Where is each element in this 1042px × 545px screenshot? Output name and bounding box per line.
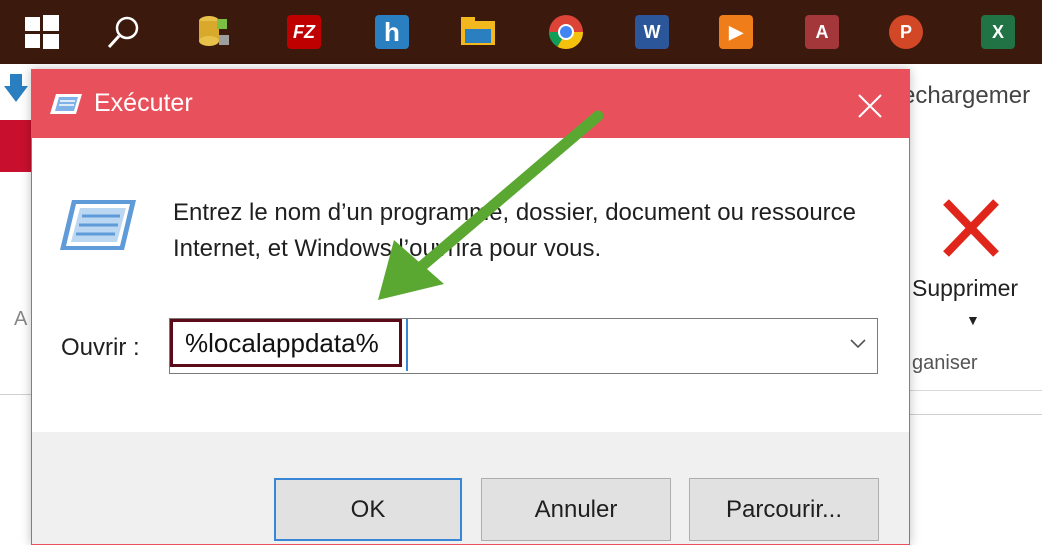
open-input[interactable]: %localappdata%	[170, 319, 402, 367]
delete-x-icon[interactable]	[938, 196, 1002, 260]
download-arrow-icon	[4, 74, 28, 102]
excel-icon: X	[981, 15, 1015, 49]
close-icon	[858, 94, 882, 118]
input-focus-indicator	[406, 319, 408, 371]
browse-button[interactable]: Parcourir...	[689, 478, 879, 541]
search-icon	[107, 16, 139, 49]
divider	[0, 394, 31, 395]
media-player-button[interactable]: ▶	[710, 6, 762, 58]
background-window-title: echargemer	[902, 82, 1031, 109]
powerpoint-button[interactable]: P	[880, 6, 932, 58]
word-button[interactable]: W	[626, 6, 678, 58]
ribbon-accent-strip	[0, 120, 31, 172]
powerpoint-icon: P	[889, 15, 923, 49]
divider	[908, 414, 1042, 415]
database-tool-button[interactable]	[188, 6, 240, 58]
filezilla-icon: FZ	[287, 15, 321, 49]
delete-dropdown-arrow-icon[interactable]: ▼	[966, 312, 980, 328]
ok-button[interactable]: OK	[274, 478, 462, 541]
database-tool-icon	[199, 16, 229, 46]
open-label: Ouvrir :	[61, 334, 140, 361]
chrome-icon	[549, 15, 583, 49]
annotation-arrow-icon	[378, 110, 604, 300]
chrome-button[interactable]	[540, 6, 592, 58]
windows-start-button[interactable]	[16, 6, 68, 58]
filezilla-button[interactable]: FZ	[278, 6, 330, 58]
run-program-icon	[60, 200, 136, 250]
delete-button-label[interactable]: Supprimer	[912, 275, 1018, 302]
search-button[interactable]	[98, 6, 150, 58]
media-player-icon: ▶	[719, 15, 753, 49]
h-app-icon: h	[375, 15, 409, 49]
file-explorer-icon	[461, 17, 495, 45]
run-icon	[50, 94, 82, 114]
close-button[interactable]	[850, 86, 890, 126]
dialog-title: Exécuter	[94, 89, 193, 117]
access-icon: A	[805, 15, 839, 49]
open-combobox[interactable]: %localappdata%	[169, 318, 878, 374]
access-button[interactable]: A	[796, 6, 848, 58]
h-app-button[interactable]: h	[366, 6, 418, 58]
taskbar: FZ h W ▶ A P X	[0, 0, 1042, 64]
cancel-button[interactable]: Annuler	[481, 478, 671, 541]
word-icon: W	[635, 15, 669, 49]
excel-button[interactable]: X	[972, 6, 1024, 58]
file-explorer-button[interactable]	[452, 6, 504, 58]
ribbon-left-fragment: A	[14, 308, 28, 330]
windows-start-icon	[25, 15, 59, 49]
ribbon-group-label: ganiser	[912, 352, 978, 374]
chevron-down-icon[interactable]	[849, 337, 867, 351]
